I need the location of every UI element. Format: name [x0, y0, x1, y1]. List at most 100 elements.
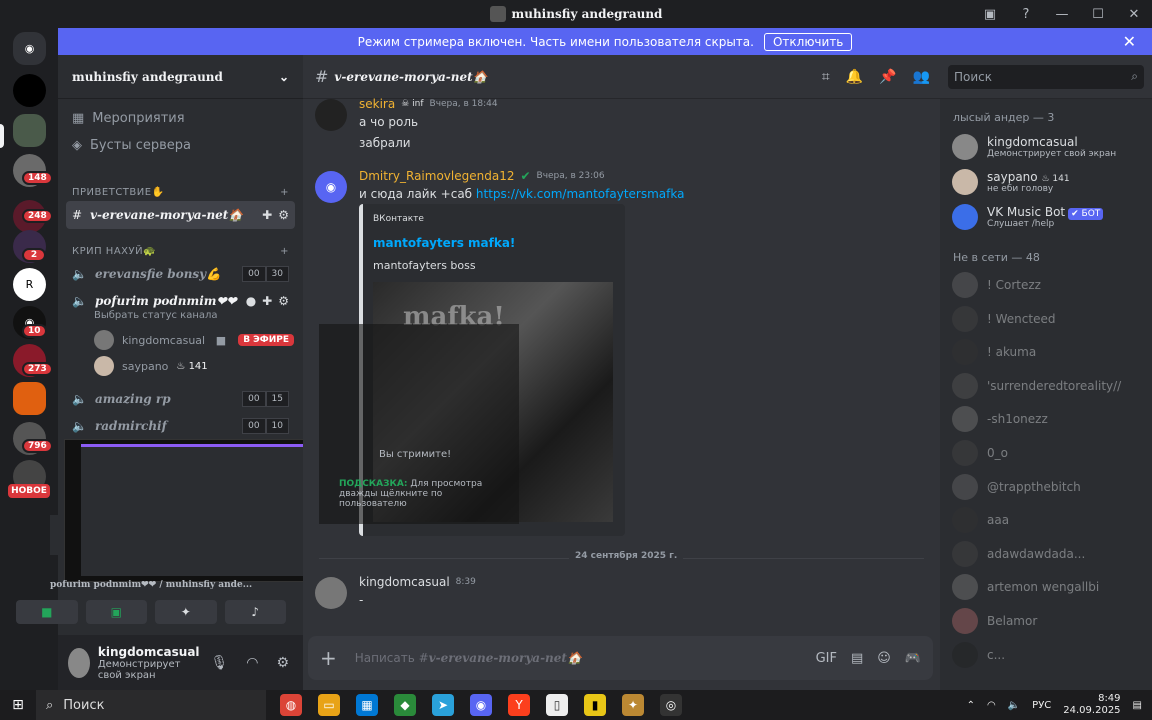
activity-button[interactable]: ✦ — [155, 600, 217, 624]
avatar — [952, 540, 978, 567]
file-icon[interactable]: ▯ — [546, 694, 568, 716]
guild-icon[interactable]: R — [13, 268, 46, 301]
threads-icon[interactable]: ⌗ — [822, 69, 830, 85]
user-panel: kingdomcasual Демонстрирует свой экран 🎙 ◠… — [58, 635, 303, 690]
member-item[interactable]: adawdawdada... — [952, 538, 1147, 570]
avatar[interactable] — [315, 99, 347, 131]
settings-icon[interactable]: ⚙ — [276, 655, 289, 671]
voice-channel[interactable]: 🔈 radmirchif 00 10 — [66, 412, 295, 440]
add-member-icon[interactable]: ✚ — [262, 294, 272, 308]
search-input[interactable]: Поиск ⌕ — [948, 64, 1144, 89]
discord-icon[interactable]: ◉ — [470, 694, 492, 716]
channel-status-prompt[interactable]: Выбрать статус канала — [94, 310, 218, 321]
member-item[interactable]: -sh1onezz — [952, 403, 1147, 435]
guild-badge: 796 — [22, 439, 53, 453]
emoji-icon[interactable]: ☺ — [877, 651, 891, 666]
member-item[interactable]: Belamor — [952, 605, 1147, 637]
soundboard-button[interactable]: ♪ — [224, 600, 286, 624]
nav-events[interactable]: ▦ Мероприятия — [66, 105, 295, 131]
chrome-icon[interactable]: ◍ — [280, 694, 302, 716]
avatar[interactable] — [68, 647, 90, 678]
member-item[interactable]: artemon wengallbi — [952, 571, 1147, 603]
pin-icon[interactable]: 📌 — [879, 69, 896, 85]
voice-channel[interactable]: 🔈 erevansfie bonsy💪 00 30 — [66, 260, 295, 288]
maximize-button[interactable]: ☐ — [1080, 0, 1116, 28]
message-author[interactable]: sekira — [359, 97, 395, 111]
voice-user[interactable]: kingdomcasual ■ В ЭФИРЕ — [94, 328, 294, 352]
member-item[interactable]: VK Music Bot ✔ БОТ Слушает /help — [952, 201, 1147, 233]
bell-icon[interactable]: 🔔 — [846, 69, 863, 85]
headphones-icon[interactable]: ◠ — [246, 655, 258, 671]
windows-start-icon[interactable]: ⊞ — [0, 697, 36, 713]
volume-icon[interactable]: 🔈 — [1008, 700, 1020, 711]
member-item[interactable]: 0_o — [952, 437, 1147, 469]
member-item[interactable]: @trappthebitch — [952, 471, 1147, 503]
member-item[interactable]: aaa — [952, 504, 1147, 536]
channel-text-active[interactable]: # v-erevane-morya-net🏠 ✚ ⚙ — [66, 201, 295, 229]
help-icon[interactable]: ? — [1008, 0, 1044, 28]
screen-share-button[interactable]: ▣ — [85, 600, 147, 624]
message-link[interactable]: https://vk.com/mantofaytersmafka — [476, 187, 685, 201]
member-item[interactable]: ! Cortezz — [952, 269, 1147, 301]
guild-icon[interactable] — [13, 74, 46, 107]
member-item[interactable]: c... — [952, 639, 1147, 671]
tray-chevron-icon[interactable]: ⌃ — [967, 700, 975, 711]
folder-icon[interactable]: ▭ — [318, 694, 340, 716]
member-item[interactable]: ! Wencteed — [952, 303, 1147, 335]
input-placeholder-channel: v-erevane-morya-net🏠 — [428, 651, 582, 665]
camera-button[interactable]: ■ — [16, 600, 78, 624]
close-button[interactable]: ✕ — [1116, 0, 1152, 28]
guild-icon[interactable] — [13, 114, 46, 147]
category-welcome[interactable]: ПРИВЕТСТВИЕ✋ + — [66, 182, 295, 202]
app-icon[interactable]: ◆ — [394, 694, 416, 716]
taskbar-search[interactable]: ⌕ Поиск — [36, 690, 266, 720]
message-author[interactable]: kingdomcasual — [359, 575, 450, 589]
add-attachment-icon[interactable]: + — [320, 646, 337, 670]
message-input[interactable]: + Написать #v-erevane-morya-net🏠 GIF ▤ ☺ 🎮 — [308, 636, 933, 680]
voice-user[interactable]: saypano ♨ 141 — [94, 354, 294, 378]
avatar[interactable]: ◉ — [315, 171, 347, 203]
store-icon[interactable]: ▦ — [356, 694, 378, 716]
app-icon[interactable]: ▮ — [584, 694, 606, 716]
message-author[interactable]: Dmitry_Raimovlegenda12 — [359, 169, 514, 183]
avatar[interactable] — [315, 577, 347, 609]
game-icon[interactable]: ✦ — [622, 694, 644, 716]
telegram-icon[interactable]: ➤ — [432, 694, 454, 716]
guild-icon[interactable] — [13, 382, 46, 415]
channel-sidebar: muhinsfiy andegraund ⌄ ▦ Мероприятия ◈ Буст… — [50, 55, 303, 690]
nav-boosts[interactable]: ◈ Бусты сервера — [66, 132, 295, 158]
settings-icon[interactable]: ⚙ — [278, 208, 289, 222]
add-channel-icon[interactable]: + — [280, 246, 289, 257]
stream-preview[interactable] — [64, 439, 320, 582]
voice-channel[interactable]: 🔈 amazing rp 00 15 — [66, 385, 295, 413]
member-list: лысый андер — 3 kingdomcasual Демонстриру… — [940, 99, 1152, 690]
discord-home-icon[interactable]: ◉ — [13, 32, 46, 65]
wifi-icon[interactable]: ◠ — [987, 700, 996, 711]
inbox-icon[interactable]: ▣ — [972, 0, 1008, 28]
embed-title[interactable]: mantofayters mafka! — [373, 236, 515, 250]
member-item[interactable]: ! akuma — [952, 336, 1147, 368]
disable-streamer-button[interactable]: Отключить — [763, 32, 853, 51]
notification-icon[interactable]: ▤ — [1133, 700, 1142, 711]
close-banner-icon[interactable]: ✕ — [1123, 32, 1136, 51]
game-icon[interactable]: 🎮 — [905, 651, 921, 666]
member-item[interactable]: saypano ♨ 141 не еби голову — [952, 166, 1147, 198]
minimize-button[interactable]: — — [1044, 0, 1080, 28]
member-item[interactable]: 'surrenderedtoreality// — [952, 370, 1147, 402]
server-header[interactable]: muhinsfiy andegraund ⌄ — [58, 55, 303, 99]
members-icon[interactable]: 👥 — [913, 69, 930, 85]
gif-icon[interactable]: GIF — [816, 651, 837, 666]
add-channel-icon[interactable]: + — [280, 187, 289, 198]
settings-icon[interactable]: ⚙ — [278, 294, 289, 308]
member-name: kingdomcasual — [987, 135, 1078, 149]
language-indicator[interactable]: РУС — [1032, 700, 1051, 711]
chat-icon[interactable]: ● — [246, 294, 256, 308]
clock[interactable]: 8:49 24.09.2025 — [1063, 693, 1120, 717]
member-item[interactable]: kingdomcasual Демонстрирует свой экран — [952, 131, 1147, 163]
app-icon[interactable]: ◎ — [660, 694, 682, 716]
mic-icon[interactable]: 🎙 — [210, 655, 228, 671]
add-member-icon[interactable]: ✚ — [262, 208, 272, 222]
yandex-icon[interactable]: Y — [508, 694, 530, 716]
category-voice[interactable]: КРИП НАХУЙ🐢 + — [66, 241, 295, 261]
sticker-icon[interactable]: ▤ — [851, 651, 863, 666]
